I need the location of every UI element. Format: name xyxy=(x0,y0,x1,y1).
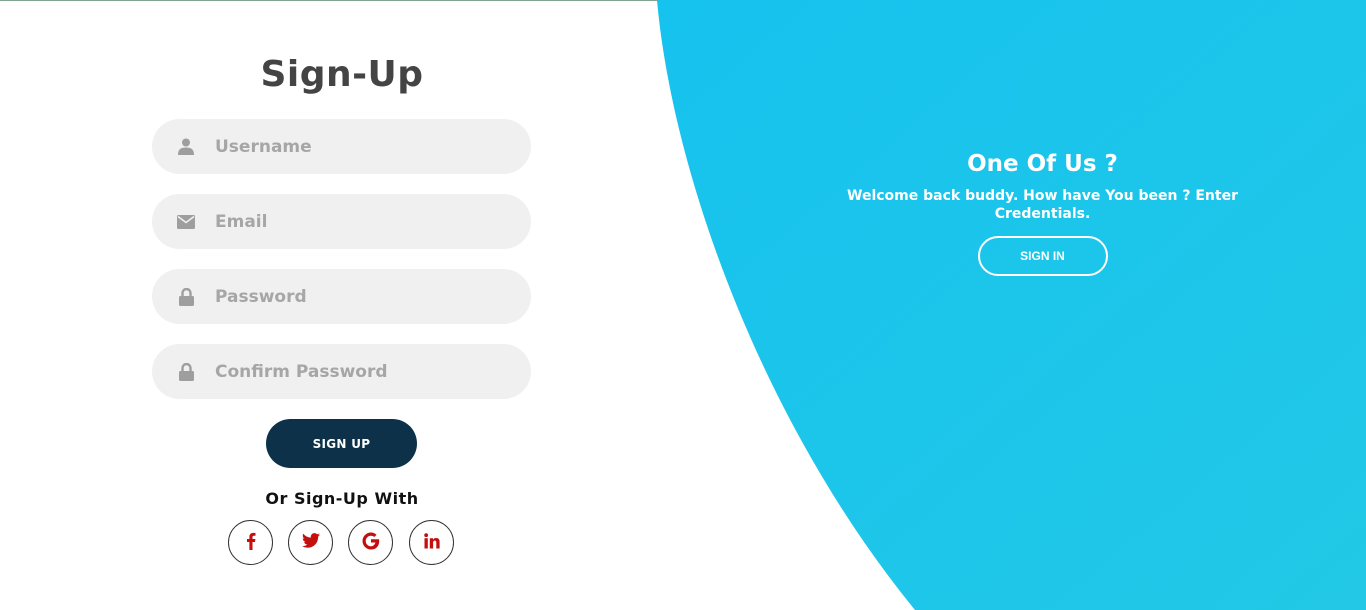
username-field[interactable] xyxy=(152,119,531,174)
linkedin-icon xyxy=(423,532,440,553)
signup-page: Sign-Up Username Email SIGN UP Or Sign-U… xyxy=(0,0,1366,610)
email-input[interactable] xyxy=(213,210,517,233)
user-icon xyxy=(177,138,195,156)
linkedin-button[interactable] xyxy=(409,520,454,565)
confirm-password-input[interactable] xyxy=(213,360,517,383)
google-icon xyxy=(362,532,380,554)
password-field[interactable] xyxy=(152,269,531,324)
panel-text: Welcome back buddy. How have You been ? … xyxy=(847,188,1238,222)
email-field[interactable] xyxy=(152,194,531,249)
twitter-button[interactable] xyxy=(288,520,333,565)
panel-title: One Of Us ? xyxy=(967,151,1118,177)
signup-button[interactable]: SIGN UP xyxy=(266,419,417,468)
twitter-icon xyxy=(301,533,320,552)
envelope-icon xyxy=(177,213,195,231)
signup-form: Sign-Up Username Email SIGN UP Or Sign-U… xyxy=(0,0,683,610)
password-input[interactable] xyxy=(213,285,517,308)
signin-button[interactable]: SIGN IN xyxy=(977,236,1108,276)
facebook-button[interactable] xyxy=(228,520,273,565)
facebook-icon xyxy=(246,532,256,554)
google-button[interactable] xyxy=(348,520,393,565)
lock-icon xyxy=(177,287,195,306)
signup-title: Sign-Up xyxy=(260,54,424,95)
confirm-password-field[interactable] xyxy=(152,344,531,399)
social-signup-label: Or Sign-Up With xyxy=(265,489,419,508)
username-input[interactable] xyxy=(213,135,517,158)
lock-icon xyxy=(177,362,195,381)
signin-panel: One Of Us ? Welcome back buddy. How have… xyxy=(790,150,1295,276)
